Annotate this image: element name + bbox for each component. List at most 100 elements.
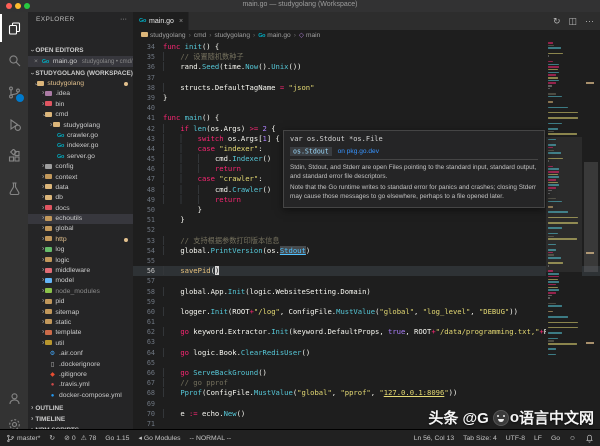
tree-item-logic[interactable]: ›logic (28, 256, 133, 266)
tab-size-item[interactable]: Tab Size: 4 (463, 435, 497, 442)
tree-item-studygolang[interactable]: ›studygolang (28, 79, 133, 89)
code-line-36[interactable]: 36 rand.Seed(time.Now().Unix()) (133, 62, 600, 72)
tree-item-http[interactable]: ›http (28, 235, 133, 245)
code-line-53[interactable]: 53 // 支持根据参数打印版本信息 (133, 236, 600, 246)
breadcrumb-item-main-go[interactable]: Gomain.go (258, 32, 291, 39)
code-editor[interactable]: 34func init() {35 // 设置随机数种子36 rand.Seed… (133, 42, 600, 430)
code-line-62[interactable]: 62 go keyword.Extractor.Init(keyword.Def… (133, 327, 600, 337)
tooltip-pkg-link[interactable]: on pkg.go.dev (338, 148, 379, 155)
search-icon[interactable] (0, 46, 28, 74)
tree-item-context[interactable]: ›context (28, 173, 133, 183)
tree-item-pid[interactable]: ›pid (28, 297, 133, 307)
extensions-icon[interactable] (0, 142, 28, 170)
scrollbar-thumb[interactable] (584, 162, 598, 272)
account-icon[interactable] (0, 384, 28, 412)
code-line-34[interactable]: 34func init() { (133, 42, 600, 52)
tab-close-icon[interactable]: × (179, 18, 183, 25)
code-line-56[interactable]: 56 savePid() (133, 266, 600, 276)
tree-item--idea[interactable]: ›.idea (28, 89, 133, 99)
code-line-55[interactable]: 55 (133, 256, 600, 266)
sidebar-more-actions-icon[interactable]: ··· (120, 12, 127, 28)
open-editor-item-main-go[interactable]: × Go main.go studygolang • cmd/... (28, 56, 133, 67)
explorer-icon[interactable] (0, 14, 28, 42)
testing-flask-icon[interactable] (0, 174, 28, 202)
tree-item-node-modules[interactable]: ›node_modules (28, 287, 133, 297)
tree-item-template[interactable]: ›template (28, 328, 133, 338)
code-line-51[interactable]: 51 } (133, 215, 600, 225)
language-mode-item[interactable]: Go (551, 435, 560, 442)
open-editors-section[interactable]: ›OPEN EDITORS (28, 45, 133, 56)
split-editor-icon[interactable]: ◫ (568, 16, 577, 27)
tree-item-middleware[interactable]: ›middleware (28, 266, 133, 276)
code-line-41[interactable]: 41func main() { (133, 113, 600, 123)
sidebar-section-timeline[interactable]: ›TIMELINE (28, 414, 133, 425)
breadcrumb-item-main[interactable]: ◇main (299, 32, 320, 39)
code-line-58[interactable]: 58 global.App.Init(logic.WebsiteSetting.… (133, 287, 600, 297)
breadcrumb-item-studygolang[interactable]: studygolang (214, 32, 250, 39)
tree-item-cmd[interactable]: ›cmd (28, 110, 133, 120)
code-line-57[interactable]: 57 (133, 276, 600, 286)
git-branch-item[interactable]: master* (6, 434, 40, 443)
tree-item-sitemap[interactable]: ›sitemap (28, 308, 133, 318)
sync-changes-icon[interactable]: ↻ (49, 434, 55, 442)
sidebar-section-outline[interactable]: ›OUTLINE (28, 403, 133, 414)
tree-item-model[interactable]: ›model (28, 276, 133, 286)
code-line-35[interactable]: 35 // 设置随机数种子 (133, 52, 600, 62)
go-modules-item[interactable]: ◂Go Modules (138, 434, 180, 442)
code-line-67[interactable]: 67 // go pprof (133, 378, 600, 388)
code-line-61[interactable]: 61 (133, 317, 600, 327)
editor-scrollbar[interactable] (582, 42, 600, 430)
tree-item-global[interactable]: ›global (28, 224, 133, 234)
vim-mode-item[interactable]: -- NORMAL -- (190, 435, 232, 442)
tree-item-log[interactable]: ›log (28, 245, 133, 255)
tree-item--travis-yml[interactable]: ●.travis.yml (28, 380, 133, 390)
code-line-38[interactable]: 38 structs.DefaultTagName = "json" (133, 83, 600, 93)
tree-item--gitignore[interactable]: ◆.gitignore (28, 370, 133, 380)
tree-item-docker-compose-yml[interactable]: ●docker-compose.yml (28, 391, 133, 401)
tree-item-docs[interactable]: ›docs (28, 204, 133, 214)
encoding-item[interactable]: UTF-8 (506, 435, 525, 442)
tree-item-bin[interactable]: ›bin (28, 100, 133, 110)
run-code-icon[interactable]: ↻ (553, 16, 561, 27)
code-line-52[interactable]: 52 (133, 225, 600, 235)
eol-item[interactable]: LF (534, 435, 542, 442)
minimap[interactable] (546, 42, 582, 430)
tree-item-data[interactable]: ›data (28, 183, 133, 193)
code-line-40[interactable]: 40 (133, 103, 600, 113)
workspace-section[interactable]: ›STUDYGOLANG (WORKSPACE) (28, 68, 133, 79)
tree-item-util[interactable]: ›util (28, 339, 133, 349)
tab-main-go[interactable]: Go main.go × (133, 12, 189, 30)
more-actions-icon[interactable]: ··· (585, 16, 594, 26)
tree-item--air-conf[interactable]: ⚙.air.conf (28, 349, 133, 359)
code-line-54[interactable]: 54 global.PrintVersion(os.Stdout) (133, 246, 600, 256)
code-line-63[interactable]: 63 (133, 337, 600, 347)
source-control-icon[interactable] (0, 78, 28, 106)
code-line-68[interactable]: 68 Pprof(ConfigFile.MustValue("global", … (133, 388, 600, 398)
breadcrumb-item-cmd[interactable]: cmd (194, 32, 206, 39)
tree-item-echoutils[interactable]: ›echoutils (28, 214, 133, 224)
code-line-39[interactable]: 39} (133, 93, 600, 103)
notifications-bell-icon[interactable] (585, 434, 594, 443)
feedback-smiley-icon[interactable]: ☺ (569, 435, 576, 442)
tree-item-static[interactable]: ›static (28, 318, 133, 328)
tree-item--dockerignore[interactable]: ▯.dockerignore (28, 360, 133, 370)
tooltip-symbol-chip[interactable]: os.Stdout (290, 147, 332, 156)
cursor-position-item[interactable]: Ln 56, Col 13 (414, 435, 454, 442)
code-line-65[interactable]: 65 (133, 358, 600, 368)
code-line-64[interactable]: 64 go logic.Book.ClearRedisUser() (133, 348, 600, 358)
code-line-66[interactable]: 66 go ServeBackGround() (133, 368, 600, 378)
problems-item[interactable]: ⊘0 ⚠78 (64, 434, 96, 442)
tree-item-studygolang[interactable]: ›studygolang (28, 121, 133, 131)
run-debug-icon[interactable] (0, 110, 28, 138)
tree-item-server-go[interactable]: Goserver.go (28, 152, 133, 162)
code-line-37[interactable]: 37 (133, 73, 600, 83)
code-line-59[interactable]: 59 (133, 297, 600, 307)
tree-item-crawler-go[interactable]: Gocrawler.go (28, 131, 133, 141)
tree-item-db[interactable]: ›db (28, 193, 133, 203)
tree-item-indexer-go[interactable]: Goindexer.go (28, 141, 133, 151)
code-line-60[interactable]: 60 logger.Init(ROOT+"/log", ConfigFile.M… (133, 307, 600, 317)
go-version-item[interactable]: Go 1.15 (105, 435, 129, 442)
tree-item-config[interactable]: ›config (28, 162, 133, 172)
close-icon[interactable]: × (34, 58, 38, 65)
breadcrumb-item-studygolang[interactable]: studygolang (141, 32, 186, 39)
